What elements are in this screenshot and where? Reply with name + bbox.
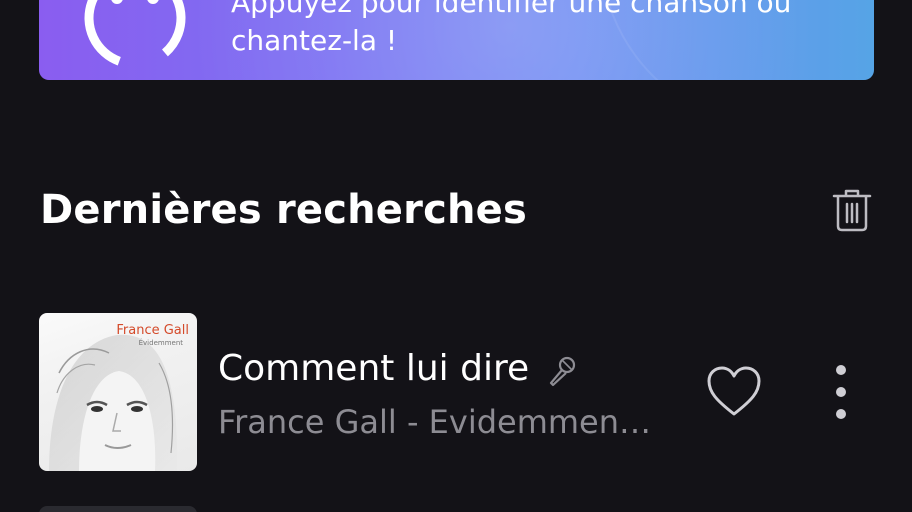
cover-album-text: Évidemment [138, 339, 183, 347]
next-item-cover [39, 506, 197, 512]
cover-artist-text: France Gall [116, 323, 189, 338]
trash-icon [832, 189, 872, 232]
album-cover: France Gall Évidemment [39, 313, 197, 471]
song-title: Comment lui dire [218, 348, 530, 389]
soundhound-logo-icon [84, 0, 186, 69]
section-title: Dernières recherches [40, 187, 527, 233]
list-item[interactable]: France Gall Évidemment Comment lui dire … [0, 312, 912, 472]
app-screen: Appuyez pour identifier une chanson ou c… [0, 0, 912, 512]
banner-text: Appuyez pour identifier une chanson ou c… [231, 0, 831, 60]
clear-history-button[interactable] [826, 184, 878, 236]
microphone-icon [549, 356, 576, 387]
identify-song-banner[interactable]: Appuyez pour identifier une chanson ou c… [39, 0, 874, 80]
song-subtitle: France Gall - Evidemment… [218, 403, 658, 441]
more-vertical-icon[interactable] [826, 362, 856, 422]
heart-icon[interactable] [704, 364, 764, 420]
banner-line: Appuyez pour identifier une chanson ou c… [231, 0, 792, 57]
